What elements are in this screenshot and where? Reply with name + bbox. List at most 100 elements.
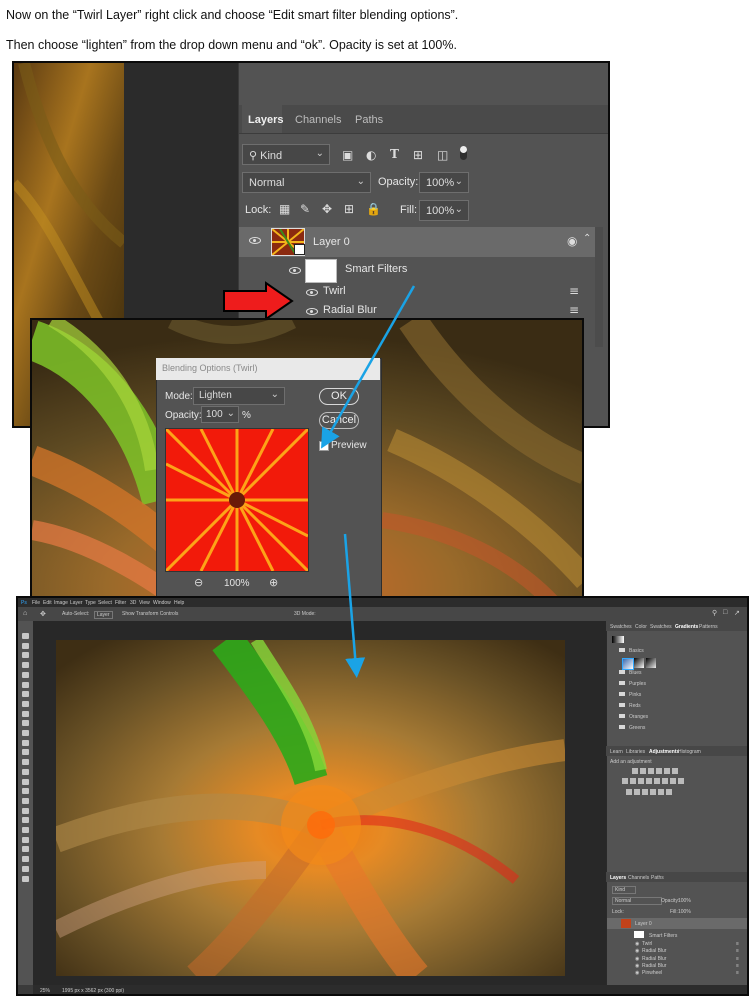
smart-filter-indicator-icon[interactable]: ◉ bbox=[567, 235, 577, 247]
smart-filters-eye-icon[interactable] bbox=[289, 267, 301, 274]
adjustment-icon[interactable] bbox=[666, 789, 672, 795]
gradient-folder-basics[interactable]: Basics bbox=[629, 648, 644, 654]
ws-blend-dropdown[interactable]: Normal bbox=[612, 897, 663, 905]
tool-icon[interactable] bbox=[22, 730, 29, 736]
blend-mode-dropdown[interactable]: Normal ⌄ bbox=[242, 172, 371, 193]
radial-blur-blending-options-icon[interactable]: ≡ bbox=[569, 304, 579, 316]
tool-icon[interactable] bbox=[22, 633, 29, 639]
filter-radial-blur[interactable]: Radial Blur bbox=[323, 304, 377, 316]
pixel-layer-filter-icon[interactable]: ▣ bbox=[342, 149, 353, 161]
preview-checkbox[interactable]: ✓ bbox=[319, 441, 329, 451]
tab-libraries[interactable]: Libraries bbox=[626, 749, 645, 755]
radial-blur-eye-icon[interactable] bbox=[306, 308, 318, 315]
move-tool-icon[interactable]: ✥ bbox=[40, 610, 46, 618]
tool-icon[interactable] bbox=[22, 749, 29, 756]
menu-layer[interactable]: Layer bbox=[70, 600, 83, 606]
dialog-opacity-field[interactable]: 100 ⌄ bbox=[201, 406, 239, 423]
lock-artboard-icon[interactable]: ⊞ bbox=[344, 203, 354, 215]
gradient-folder-pinks[interactable]: Pinks bbox=[629, 692, 641, 698]
adjustment-icon[interactable] bbox=[640, 768, 646, 774]
mode-dropdown[interactable]: Lighten ⌄ bbox=[193, 387, 285, 405]
menu-help[interactable]: Help bbox=[174, 600, 184, 606]
tool-icon[interactable] bbox=[22, 846, 29, 853]
tool-icon[interactable] bbox=[22, 720, 29, 727]
workspace-icon[interactable]: □ bbox=[723, 609, 727, 616]
adjustment-icon[interactable] bbox=[662, 778, 668, 784]
tab-learn[interactable]: Learn bbox=[610, 749, 623, 755]
tool-icon[interactable] bbox=[22, 778, 29, 785]
ws-tab-paths[interactable]: Paths bbox=[651, 875, 664, 881]
tool-icon[interactable] bbox=[22, 642, 29, 649]
tool-icon[interactable] bbox=[22, 759, 29, 766]
ws-filter-eye-icon[interactable]: ◉ bbox=[635, 956, 639, 962]
filter-twirl[interactable]: Twirl bbox=[323, 285, 346, 297]
lock-paint-icon[interactable]: ✎ bbox=[300, 203, 310, 215]
gradient-folder-greens[interactable]: Greens bbox=[629, 725, 645, 731]
tool-icon[interactable] bbox=[22, 691, 29, 698]
adjustment-icon[interactable] bbox=[678, 778, 684, 784]
tab-channels[interactable]: Channels bbox=[295, 114, 341, 126]
menu-edit[interactable]: Edit bbox=[43, 600, 52, 606]
ws-filter-options-icon[interactable]: ≡ bbox=[736, 970, 739, 976]
adjustment-icon[interactable] bbox=[638, 778, 644, 784]
gradient-preset-current[interactable] bbox=[612, 636, 624, 643]
tab-adjustments[interactable]: Adjustments bbox=[649, 749, 679, 755]
ws-filter-radial-blur[interactable]: Radial Blur bbox=[642, 956, 666, 962]
menu-image[interactable]: Image bbox=[54, 600, 68, 606]
adjustment-icon[interactable] bbox=[632, 768, 638, 774]
tab-swatches-a[interactable]: Swatches bbox=[610, 624, 632, 630]
gradient-swatch-3[interactable] bbox=[646, 658, 656, 668]
auto-select-label[interactable]: Auto-Select: bbox=[62, 611, 89, 617]
tool-icon[interactable] bbox=[22, 662, 29, 669]
ws-filter-options-icon[interactable]: ≡ bbox=[736, 963, 739, 969]
adjustment-icon[interactable] bbox=[650, 789, 656, 795]
ws-filter-eye-icon[interactable]: ◉ bbox=[635, 948, 639, 954]
tab-color[interactable]: Color bbox=[635, 624, 647, 630]
visibility-eye-icon[interactable] bbox=[249, 237, 261, 244]
kind-filter-dropdown[interactable]: ⚲ Kind ⌄ bbox=[242, 144, 330, 165]
ws-opacity-value[interactable]: 100% bbox=[678, 898, 691, 904]
ws-filter-options-icon[interactable]: ≡ bbox=[736, 941, 739, 947]
twirl-blending-options-icon[interactable]: ≡ bbox=[569, 285, 579, 297]
tool-icon[interactable] bbox=[22, 856, 29, 863]
ok-button[interactable]: OK bbox=[319, 388, 359, 405]
ws-filter-radial-blur[interactable]: Radial Blur bbox=[642, 963, 666, 969]
ws-filter-eye-icon[interactable]: ◉ bbox=[635, 970, 639, 976]
adjustment-icon[interactable] bbox=[658, 789, 664, 795]
auto-select-dropdown[interactable]: Layer bbox=[94, 611, 113, 619]
tool-icon[interactable] bbox=[22, 827, 29, 833]
tool-icon[interactable] bbox=[22, 797, 29, 804]
chevron-up-icon[interactable]: ⌃ bbox=[583, 234, 591, 244]
tool-icon[interactable] bbox=[22, 788, 29, 795]
lock-transparency-icon[interactable]: ▦ bbox=[279, 203, 290, 215]
tool-icon[interactable] bbox=[22, 865, 29, 872]
gradient-folder-reds[interactable]: Reds bbox=[629, 703, 641, 709]
adjustment-icon[interactable] bbox=[630, 778, 636, 784]
cancel-button[interactable]: Cancel bbox=[319, 412, 359, 429]
ws-filter-options-icon[interactable]: ≡ bbox=[736, 956, 739, 962]
menu-window[interactable]: Window bbox=[153, 600, 171, 606]
ws-filter-eye-icon[interactable]: ◉ bbox=[635, 963, 639, 969]
opacity-field[interactable]: 100% ⌄ bbox=[419, 172, 469, 193]
adjustment-icon[interactable] bbox=[672, 768, 678, 774]
adjustment-icon[interactable] bbox=[634, 789, 640, 795]
adjustment-icon[interactable] bbox=[656, 768, 662, 774]
ws-tab-layers[interactable]: Layers bbox=[610, 875, 626, 881]
twirl-eye-icon[interactable] bbox=[306, 289, 318, 296]
lock-all-icon[interactable]: 🔒 bbox=[366, 203, 381, 215]
menu-filter[interactable]: Filter bbox=[115, 600, 126, 606]
home-icon[interactable]: ⌂ bbox=[23, 610, 27, 617]
tab-layers[interactable]: Layers bbox=[248, 114, 283, 126]
type-layer-filter-icon[interactable]: T bbox=[390, 148, 399, 160]
tool-icon[interactable] bbox=[22, 739, 29, 746]
tab-swatches-b[interactable]: Swatches bbox=[650, 624, 672, 630]
ws-filter-twirl[interactable]: Twirl bbox=[642, 941, 652, 947]
tab-paths[interactable]: Paths bbox=[355, 114, 383, 126]
tool-icon[interactable] bbox=[22, 652, 29, 659]
menu-view[interactable]: View bbox=[139, 600, 150, 606]
tool-icon[interactable] bbox=[22, 768, 29, 775]
ws-filter-radial-blur[interactable]: Radial Blur bbox=[642, 948, 666, 954]
tool-icon[interactable] bbox=[22, 710, 29, 717]
adjustment-layer-filter-icon[interactable]: ◐ bbox=[366, 149, 376, 161]
tool-icon[interactable] bbox=[22, 817, 29, 824]
